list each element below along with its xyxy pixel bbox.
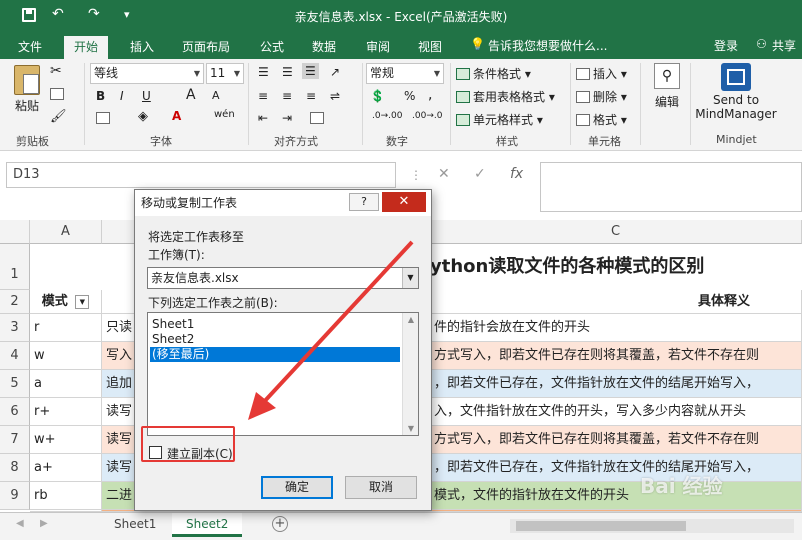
watermark-logo: Bai 经验 bbox=[640, 474, 723, 498]
annotation-arrow-icon bbox=[248, 240, 414, 420]
